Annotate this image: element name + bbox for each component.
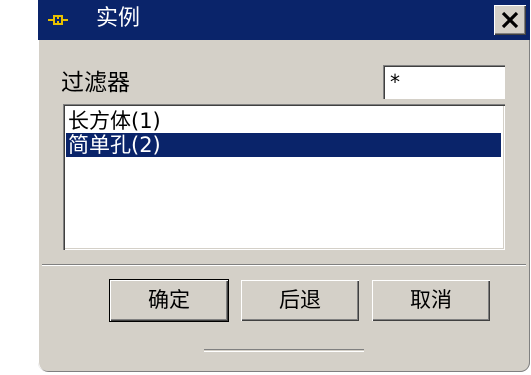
filter-label: 过滤器	[61, 70, 130, 96]
back-button[interactable]: 后退	[241, 280, 359, 321]
close-button[interactable]	[494, 5, 526, 35]
instance-list[interactable]: 长方体(1) 简单孔(2)	[63, 104, 505, 250]
close-icon	[501, 11, 519, 29]
resize-grip[interactable]	[204, 349, 364, 352]
instance-dialog: 实例 过滤器 长方体(1) 简单孔(2) 确定 后退 取消	[38, 0, 530, 372]
list-item-selected[interactable]: 简单孔(2)	[66, 133, 501, 157]
separator-highlight	[42, 265, 526, 266]
list-item[interactable]: 长方体(1)	[66, 109, 161, 133]
ok-button[interactable]: 确定	[110, 280, 228, 321]
cancel-button[interactable]: 取消	[372, 280, 490, 321]
title-bar[interactable]: 实例	[38, 0, 530, 40]
window-title: 实例	[96, 6, 141, 31]
mechanism-icon	[48, 12, 68, 26]
filter-input[interactable]	[383, 65, 505, 99]
